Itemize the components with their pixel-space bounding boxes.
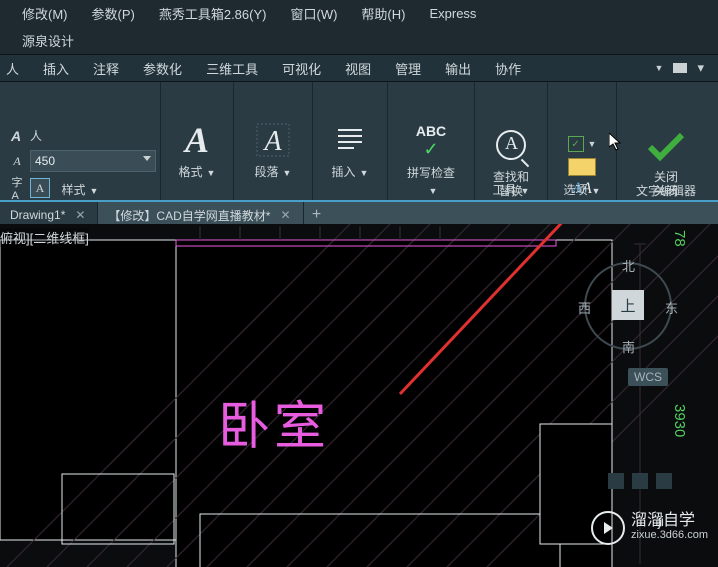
options-group-label: 选项 [564,183,588,197]
panel-paragraph[interactable]: A 段落 ▼ [234,82,313,200]
chevron-down-icon: ▼ [283,168,292,178]
paragraph-label: 段落 [255,165,279,179]
ribbon-tabs: 人 插入 注释 参数化 三维工具 可视化 视图 管理 输出 协作 ▼ ▾ [0,54,718,82]
text-style-icon[interactable]: A [8,128,24,144]
close-icon[interactable]: ✕ [280,208,290,222]
paragraph-icon: A [250,117,296,163]
dropdown-caret-icon [143,156,151,161]
panel-spellcheck[interactable]: ABC ✓ 拼写检查 ▼ [388,82,475,200]
tab-insert[interactable]: 插入 [41,59,71,78]
tab-output[interactable]: 输出 [443,59,473,78]
menu-params[interactable]: 参数(P) [92,4,135,23]
svg-text:A: A [262,126,282,157]
menu-modify[interactable]: 修改(M) [22,4,68,23]
viewcube-west[interactable]: 西 [578,298,591,317]
tab-collab[interactable]: 协作 [493,59,523,78]
menu-express[interactable]: Express [429,6,476,21]
room-text-bedroom[interactable]: 卧室 [218,384,330,459]
panel-styles-label: 样式 [62,183,86,197]
chevron-down-icon[interactable]: ▼ [588,139,597,149]
chevron-down-icon[interactable]: ▼ [653,63,666,73]
doc-tab-label: Drawing1* [10,208,65,222]
close-icon[interactable]: ✕ [75,208,85,222]
spellcheck-label: 拼写检查 [407,166,455,180]
chevron-down-icon: ▼ [360,168,369,178]
menu-toolbox[interactable]: 燕秀工具箱2.86(Y) [159,4,267,23]
spellcheck-icon: ABC ✓ [408,118,454,164]
font-size-value: 450 [35,154,55,168]
find-icon: A [488,122,534,168]
chevron-down-icon: ▼ [207,168,216,178]
viewcube-top-face[interactable]: 上 [612,290,644,320]
tab-3dtools[interactable]: 三维工具 [204,59,260,78]
nav-icons[interactable] [608,473,672,489]
watermark: 溜溜自学 zixue.3d66.com [591,511,708,545]
menu-window[interactable]: 窗口(W) [290,4,337,23]
abc-label: ABC [416,123,446,139]
panel-find[interactable]: A 查找和 替换 工具▼ [475,82,548,200]
nav-icon[interactable] [608,473,624,489]
menubar-row1: 修改(M) 参数(P) 燕秀工具箱2.86(Y) 窗口(W) 帮助(H) Exp… [0,0,718,27]
viewcube[interactable]: 上 北 南 西 东 [578,256,678,356]
chevron-down-icon[interactable]: ▼ [521,186,530,196]
nav-icon[interactable] [632,473,648,489]
font-icon: A [8,152,26,170]
format-label: 格式 [179,165,203,179]
wcs-label[interactable]: WCS [628,368,668,386]
panel-format[interactable]: A 格式 ▼ [161,82,234,200]
doc-tab-label: 【修改】CAD自学网直播教材* [108,207,270,224]
chevron-down-icon[interactable]: ▼ [592,186,601,196]
watermark-brand: 溜溜自学 [631,512,695,529]
viewport-label[interactable]: 俯视][二维线框] [0,228,89,247]
panel-options: ✓ ▼ AA 选项▼ [548,82,617,200]
tab-ren[interactable]: 人 [4,59,21,78]
nav-icon[interactable] [656,473,672,489]
dimension-3930: 3930 [671,404,688,437]
checkbox-icon[interactable]: ✓ [568,136,584,152]
ribbon: A 人 A 450 字A A 样式▼ A 格式▼ A [0,82,718,202]
menubar-row2: 源泉设计 [0,27,718,54]
tab-manage[interactable]: 管理 [393,59,423,78]
chevron-down-icon[interactable]: ▼ [90,186,99,196]
close-group-label: 关闭 [654,184,678,198]
insert-icon [327,117,373,163]
tab-view[interactable]: 视图 [343,59,373,78]
tab-visualize[interactable]: 可视化 [280,59,323,78]
panel-close-editor[interactable]: 关闭 文字编辑器 关闭 [617,82,715,200]
separator-icon: ▾ [695,60,706,76]
insert-label: 插入 [332,165,356,179]
panel-insert[interactable]: 插入 ▼ [313,82,388,200]
menu-help[interactable]: 帮助(H) [361,4,405,23]
dimension-78: 78 [671,230,688,247]
tab-parametric[interactable]: 参数化 [141,59,184,78]
font-size-select[interactable]: 450 [30,150,156,172]
ribbon-button-icon[interactable] [673,63,687,73]
annotative-icon[interactable]: 人 [30,127,42,144]
drawing-canvas[interactable]: 俯视][二维线框] 卧室 上 北 南 西 东 WCS 3930 78 ji 溜溜… [0,224,718,567]
viewcube-south[interactable]: 南 [622,337,635,356]
panel-styles: A 人 A 450 字A A 样式▼ [0,82,161,200]
checkmark-icon [644,127,688,170]
tab-annotate[interactable]: 注释 [91,59,121,78]
ruler-icon[interactable] [568,158,596,176]
viewcube-north[interactable]: 北 [622,256,635,275]
watermark-url: zixue.3d66.com [631,528,708,543]
format-icon: A [174,117,220,163]
menu-yuanquan[interactable]: 源泉设计 [22,31,74,50]
tools-group-label: 工具 [493,183,517,197]
play-icon [591,511,625,545]
chevron-down-icon[interactable]: ▼ [429,186,438,196]
viewcube-east[interactable]: 东 [665,298,678,317]
